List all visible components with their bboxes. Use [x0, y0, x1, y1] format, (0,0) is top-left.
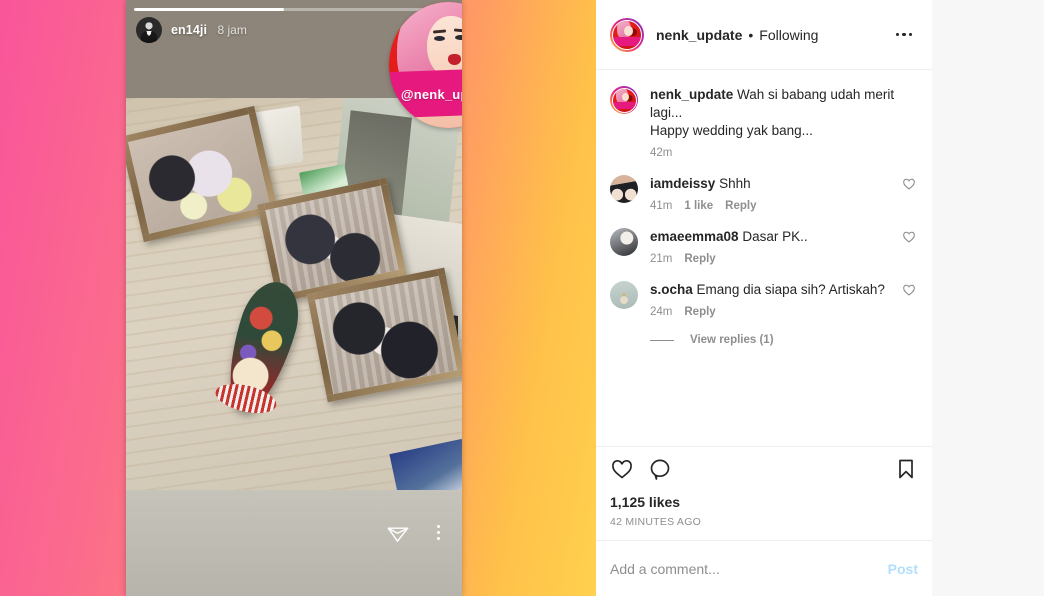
comment-username[interactable]: emaeemma08 — [650, 229, 739, 244]
separator-dot: • — [748, 26, 754, 43]
avatar-face — [624, 25, 634, 37]
avatar[interactable] — [610, 86, 638, 114]
avatar-image — [611, 87, 637, 113]
likes-count[interactable]: 1,125 likes — [610, 494, 918, 510]
comment-item: iamdeissy Shhh 41m 1 like Reply — [610, 175, 918, 212]
dot — [895, 32, 899, 37]
story-progress-bar — [134, 8, 454, 11]
heart-outline-icon[interactable] — [902, 283, 918, 302]
avatar-band — [613, 37, 641, 46]
caption-body: nenk_update Wah si babang udah merit lag… — [650, 86, 918, 159]
sticker-eye — [434, 36, 445, 41]
story-timestamp: 8 jam — [217, 23, 247, 37]
follow-status[interactable]: Following — [759, 27, 818, 43]
bookmark-outline-icon[interactable] — [894, 457, 918, 486]
comment-username[interactable]: s.ocha — [650, 282, 693, 297]
comment-timestamp: 24m — [650, 306, 673, 318]
comment-item: emaeemma08 Dasar PK.. 21m Reply — [610, 228, 918, 265]
avatar[interactable] — [610, 228, 638, 256]
post-actions: 1,125 likes 42 MINUTES AGO — [596, 446, 932, 540]
frame-photo — [265, 185, 399, 295]
story-author-avatar[interactable] — [136, 17, 162, 43]
panel-right-gutter — [932, 0, 1044, 596]
caption-meta: 42m — [650, 147, 918, 159]
frame-photo — [314, 275, 458, 395]
action-icon-row — [610, 457, 918, 486]
nenk-update-sticker[interactable]: @nenk_update — [389, 2, 462, 128]
heart-outline-icon[interactable] — [610, 457, 634, 486]
story-username[interactable]: en14ji — [171, 23, 207, 37]
app-root: en14ji 8 jam @nenk_u nenk_update • Follo… — [0, 0, 1044, 596]
heart-outline-icon[interactable] — [902, 177, 918, 196]
post-timestamp: 42 MINUTES AGO — [610, 516, 702, 528]
avatar-image — [612, 19, 642, 50]
kebab-vertical-icon[interactable] — [437, 524, 440, 540]
comment-text: emaeemma08 Dasar PK.. — [650, 228, 890, 246]
view-replies-button[interactable]: View replies (1) — [650, 334, 918, 346]
speech-bubble-icon[interactable] — [648, 457, 672, 486]
comment-reply-button[interactable]: Reply — [725, 200, 756, 212]
dot — [437, 524, 440, 528]
comment-username[interactable]: iamdeissy — [650, 176, 715, 191]
post-comment-button[interactable]: Post — [888, 561, 918, 577]
post-header-text: nenk_update • Following — [656, 27, 878, 43]
avatar-band — [612, 102, 636, 110]
comment-item: s.ocha Emang dia siapa sih? Artiskah? 24… — [610, 281, 918, 318]
story-photo — [126, 98, 462, 490]
add-comment-row: Post — [596, 540, 932, 596]
avatar[interactable] — [610, 281, 638, 309]
comment-content: Dasar PK.. — [742, 229, 808, 244]
comment-meta: 21m Reply — [650, 253, 890, 265]
comment-meta: 24m Reply — [650, 306, 890, 318]
avatar[interactable] — [610, 17, 644, 52]
dot — [437, 530, 440, 534]
frame-photo — [128, 114, 270, 234]
comment-timestamp: 41m — [650, 200, 673, 212]
sticker-lips — [448, 54, 461, 65]
comment-meta: 41m 1 like Reply — [650, 200, 890, 212]
comments-list[interactable]: nenk_update Wah si babang udah merit lag… — [596, 70, 932, 446]
story-header: en14ji 8 jam — [136, 17, 247, 43]
comment-text: s.ocha Emang dia siapa sih? Artiskah? — [650, 281, 890, 299]
view-replies-label: View replies (1) — [690, 334, 774, 346]
dot — [908, 32, 912, 37]
dot — [437, 536, 440, 540]
comment-content: Shhh — [719, 176, 751, 191]
paper-plane-icon[interactable] — [385, 519, 411, 545]
heart-outline-icon[interactable] — [902, 230, 918, 249]
comment-body: s.ocha Emang dia siapa sih? Artiskah? 24… — [650, 281, 890, 318]
kebab-horizontal-icon[interactable] — [890, 27, 919, 43]
story-header-text: en14ji 8 jam — [171, 21, 247, 39]
add-comment-input[interactable] — [610, 560, 888, 577]
caption-username[interactable]: nenk_update — [650, 87, 733, 102]
comment-body: iamdeissy Shhh 41m 1 like Reply — [650, 175, 890, 212]
avatar-face — [621, 92, 630, 102]
sticker-handle-text: @nenk_update — [400, 87, 462, 102]
caption-text: nenk_update Wah si babang udah merit lag… — [650, 86, 918, 140]
story-viewer[interactable]: en14ji 8 jam @nenk_u — [126, 0, 462, 596]
comment-reply-button[interactable]: Reply — [684, 253, 715, 265]
post-caption: nenk_update Wah si babang udah merit lag… — [610, 86, 918, 159]
comment-body: emaeemma08 Dasar PK.. 21m Reply — [650, 228, 890, 265]
post-author-username[interactable]: nenk_update — [656, 27, 742, 43]
caption-timestamp: 42m — [650, 147, 673, 159]
comment-content: Emang dia siapa sih? Artiskah? — [696, 282, 885, 297]
comment-reply-button[interactable]: Reply — [684, 306, 715, 318]
story-footer — [126, 490, 462, 596]
comment-text: iamdeissy Shhh — [650, 175, 890, 193]
instagram-post-panel: nenk_update • Following nenk_update Wah … — [596, 0, 932, 596]
dot — [902, 32, 906, 37]
divider-line — [650, 339, 674, 341]
post-header: nenk_update • Following — [596, 0, 932, 70]
sticker-eye — [455, 35, 462, 40]
story-progress-fill — [134, 8, 285, 11]
comment-timestamp: 21m — [650, 253, 673, 265]
avatar[interactable] — [610, 175, 638, 203]
comment-like-count[interactable]: 1 like — [684, 200, 713, 212]
